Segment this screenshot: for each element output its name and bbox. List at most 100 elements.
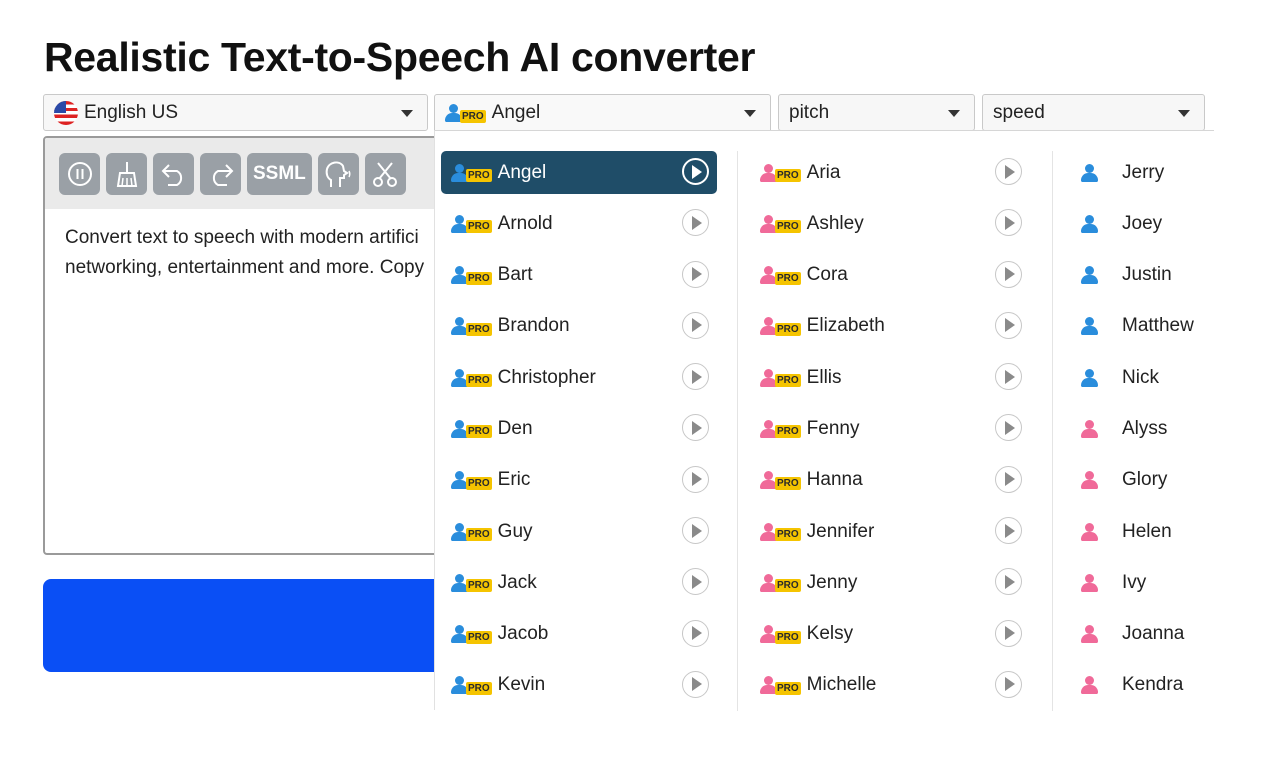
pro-badge: PRO [775, 271, 801, 285]
voice-name: Joanna [1122, 623, 1185, 645]
caret-down-icon [1178, 110, 1190, 117]
redo-icon [212, 163, 233, 186]
voice-option[interactable]: Helen [1065, 510, 1215, 553]
voice-option[interactable]: PRO Jack [441, 561, 717, 604]
undo-button[interactable] [153, 152, 194, 195]
play-preview-icon[interactable] [995, 568, 1022, 596]
female-voice-icon [1081, 522, 1098, 541]
voice-option[interactable]: PRO Arnold [441, 202, 717, 245]
play-preview-icon[interactable] [682, 209, 709, 237]
voice-option[interactable]: PRO Christopher [441, 356, 717, 399]
play-preview-icon[interactable] [682, 619, 709, 647]
voice-option[interactable]: PRO Bart [441, 254, 717, 297]
pro-badge: PRO [775, 322, 801, 336]
play-preview-icon[interactable] [995, 465, 1022, 493]
voice-option[interactable]: PRO Jennifer [750, 510, 1030, 553]
clear-button[interactable] [106, 152, 147, 195]
voice-option[interactable]: Alyss [1065, 407, 1215, 450]
voice-option[interactable]: Glory [1065, 459, 1215, 502]
play-preview-icon[interactable] [995, 363, 1022, 391]
voice-option[interactable]: PRO Fenny [750, 407, 1030, 450]
voice-name: Kevin [497, 674, 546, 696]
play-preview-icon[interactable] [682, 568, 709, 596]
voice-option[interactable]: Joey [1065, 202, 1215, 245]
voice-option[interactable]: PRO Jacob [441, 613, 717, 656]
voice-option[interactable]: Joanna [1065, 613, 1215, 656]
voice-name: Kendra [1122, 674, 1184, 696]
voice-effect-button[interactable] [317, 152, 359, 195]
speaking-head-icon [325, 160, 351, 187]
voice-option[interactable]: PRO Cora [750, 254, 1030, 297]
play-preview-icon[interactable] [995, 619, 1022, 647]
play-preview-icon[interactable] [995, 414, 1022, 442]
speed-value: speed [993, 101, 1045, 123]
voice-name: Helen [1122, 520, 1172, 542]
voice-option[interactable]: PRO Kelsy [750, 613, 1030, 656]
play-preview-icon[interactable] [995, 158, 1022, 185]
voice-option[interactable]: PRO Aria [750, 151, 1030, 194]
voice-name: Arnold [497, 212, 553, 234]
pro-badge: PRO [775, 425, 801, 439]
voice-name: Matthew [1122, 315, 1194, 337]
voice-name: Angel [497, 161, 547, 183]
play-preview-icon[interactable] [682, 465, 709, 493]
voice-option[interactable]: PRO Ashley [750, 202, 1030, 245]
voice-name: Den [497, 417, 533, 439]
voice-option[interactable]: PRO Jenny [750, 561, 1030, 604]
voice-name: Elizabeth [806, 315, 885, 337]
voice-option[interactable]: Nick [1065, 356, 1215, 399]
language-select[interactable]: English US [43, 94, 428, 131]
voice-name: Ellis [806, 366, 842, 388]
voice-select[interactable]: PRO Angel [434, 94, 771, 131]
play-preview-icon[interactable] [995, 311, 1022, 339]
voice-option[interactable]: PRO Brandon [441, 305, 717, 348]
voice-option[interactable]: Ivy [1065, 561, 1215, 604]
female-voice-icon [1081, 419, 1098, 438]
voice-option[interactable]: PRO Kevin [441, 664, 717, 707]
play-preview-icon[interactable] [682, 517, 709, 545]
voice-option[interactable]: Kendra [1065, 664, 1215, 707]
text-editor[interactable]: SSML Convert text to speech with modern … [43, 136, 443, 555]
editor-line: Convert text to speech with modern artif… [65, 227, 419, 248]
speed-select[interactable]: speed [982, 94, 1205, 131]
voice-option[interactable]: PRO Angel [441, 151, 717, 194]
play-preview-icon[interactable] [682, 670, 709, 698]
voice-option[interactable]: PRO Michelle [750, 664, 1030, 707]
play-preview-icon[interactable] [682, 414, 709, 442]
pause-icon [67, 161, 92, 186]
language-value: English US [84, 101, 178, 123]
pro-badge: PRO [466, 169, 492, 182]
voice-name: Eric [497, 469, 531, 491]
play-preview-icon[interactable] [995, 670, 1022, 698]
convert-button[interactable] [43, 579, 463, 672]
play-preview-icon[interactable] [682, 363, 709, 391]
redo-button[interactable] [200, 152, 241, 195]
play-preview-icon[interactable] [682, 158, 709, 185]
voice-option[interactable]: Matthew [1065, 305, 1215, 348]
pitch-select[interactable]: pitch [778, 94, 975, 131]
voice-option[interactable]: PRO Elizabeth [750, 305, 1030, 348]
voice-option[interactable]: PRO Guy [441, 510, 717, 553]
page-title: Realistic Text-to-Speech AI converter [44, 34, 756, 80]
pro-badge: PRO [466, 322, 492, 336]
pitch-value: pitch [789, 101, 830, 123]
female-voice-icon [1081, 471, 1098, 490]
voice-option[interactable]: PRO Eric [441, 459, 717, 502]
play-preview-icon[interactable] [995, 209, 1022, 237]
voice-name: Nick [1122, 366, 1159, 388]
play-preview-icon[interactable] [995, 517, 1022, 545]
voice-option[interactable]: Jerry [1065, 151, 1215, 194]
cut-button[interactable] [364, 152, 406, 195]
pause-button[interactable] [59, 152, 100, 195]
play-preview-icon[interactable] [682, 311, 709, 339]
play-preview-icon[interactable] [682, 260, 709, 288]
pro-badge: PRO [466, 476, 492, 490]
editor-content[interactable]: Convert text to speech with modern artif… [45, 209, 441, 297]
voice-option[interactable]: PRO Den [441, 407, 717, 450]
voice-option[interactable]: PRO Hanna [750, 459, 1030, 502]
caret-down-icon [948, 110, 960, 117]
play-preview-icon[interactable] [995, 260, 1022, 288]
voice-option[interactable]: PRO Ellis [750, 356, 1030, 399]
ssml-button[interactable]: SSML [247, 152, 312, 195]
voice-option[interactable]: Justin [1065, 254, 1215, 297]
